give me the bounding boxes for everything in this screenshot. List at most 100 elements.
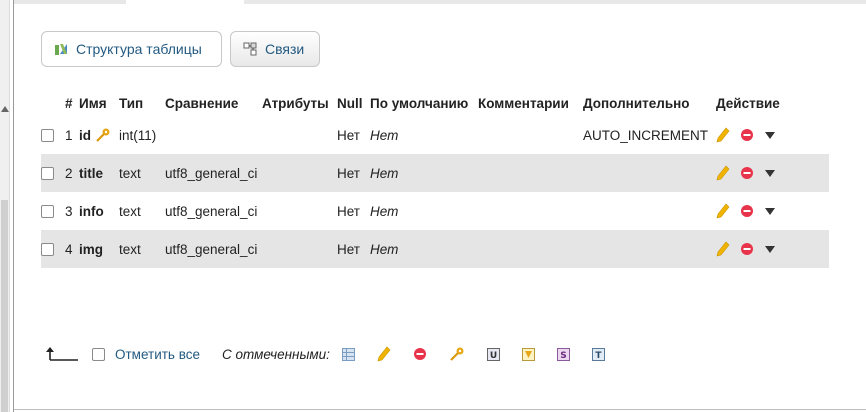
- header-extra[interactable]: Дополнительно: [583, 90, 716, 116]
- header-default[interactable]: По умолчанию: [370, 90, 478, 116]
- header-attributes[interactable]: Атрибуты: [262, 90, 337, 116]
- header-null[interactable]: Null: [337, 90, 370, 116]
- table-row: 1 id int(11) Нет Нет AUTO_INCREMENT: [41, 116, 829, 154]
- edit-pencil-icon: [377, 346, 391, 362]
- row-checkbox[interactable]: [41, 205, 54, 219]
- svg-text:U: U: [490, 351, 497, 361]
- header-number[interactable]: #: [65, 90, 79, 116]
- drop-icon[interactable]: [740, 204, 754, 218]
- table-row: 4 img text utf8_general_ci Нет Нет: [41, 230, 829, 268]
- row-checkbox-cell: [41, 230, 65, 268]
- edit-pencil-icon[interactable]: [716, 165, 730, 181]
- spatial-icon: S: [556, 347, 570, 361]
- table-row: 2 title text utf8_general_ci Нет Нет: [41, 154, 829, 192]
- drop-icon[interactable]: [740, 128, 754, 142]
- bulk-primary[interactable]: [449, 347, 465, 361]
- more-dropdown-icon[interactable]: [764, 206, 776, 216]
- edit-pencil-icon[interactable]: [716, 203, 730, 219]
- more-dropdown-icon[interactable]: [764, 168, 776, 178]
- edit-pencil-icon[interactable]: [716, 127, 730, 143]
- header-type[interactable]: Тип: [119, 90, 165, 116]
- row-actions: [716, 230, 829, 268]
- bulk-spatial[interactable]: S: [556, 347, 570, 361]
- bulk-unique[interactable]: U: [486, 347, 500, 361]
- column-comments: [478, 154, 583, 192]
- svg-text:T: T: [595, 351, 602, 361]
- more-dropdown-icon[interactable]: [764, 130, 776, 140]
- column-default: Нет: [370, 192, 478, 230]
- column-attributes: [262, 230, 337, 268]
- column-type: text: [119, 192, 165, 230]
- bulk-index[interactable]: [521, 347, 535, 361]
- bulk-edit[interactable]: [377, 346, 391, 362]
- with-selected-label: С отмеченными:: [222, 346, 330, 362]
- relations-icon: [243, 42, 257, 56]
- tab-table-structure[interactable]: Структура таблицы: [41, 31, 222, 67]
- row-number: 3: [65, 192, 79, 230]
- tab-label: Структура таблицы: [76, 41, 202, 57]
- scrollbar-thumb[interactable]: [1, 200, 8, 412]
- column-collation: utf8_general_ci: [165, 192, 262, 230]
- column-extra: AUTO_INCREMENT: [583, 116, 716, 154]
- header-name[interactable]: Имя: [79, 90, 119, 116]
- column-name-cell: id: [79, 116, 119, 154]
- top-tab-strip: [14, 0, 866, 4]
- header-comments[interactable]: Комментарии: [478, 90, 583, 116]
- drop-icon[interactable]: [740, 242, 754, 256]
- column-name[interactable]: id: [79, 128, 91, 143]
- bulk-drop[interactable]: [413, 347, 427, 361]
- arrow-up-left-icon: [46, 347, 78, 361]
- row-checkbox[interactable]: [41, 129, 54, 143]
- table-header-row: # Имя Тип Сравнение Атрибуты Null По умо…: [41, 90, 829, 116]
- column-name[interactable]: img: [79, 230, 119, 268]
- scroll-up-arrow-icon[interactable]: [1, 106, 9, 112]
- row-checkbox-cell: [41, 154, 65, 192]
- column-type: text: [119, 154, 165, 192]
- column-name[interactable]: info: [79, 192, 119, 230]
- row-number: 2: [65, 154, 79, 192]
- column-type: int(11): [119, 116, 165, 154]
- table-structure-icon: [55, 44, 67, 55]
- column-default: Нет: [370, 230, 478, 268]
- column-default: Нет: [370, 154, 478, 192]
- row-checkbox[interactable]: [41, 167, 54, 181]
- column-null: Нет: [337, 230, 370, 268]
- column-null: Нет: [337, 116, 370, 154]
- row-actions: [716, 116, 829, 154]
- left-scrollbar[interactable]: [0, 0, 10, 412]
- primary-key-icon: [450, 347, 464, 361]
- bulk-fulltext[interactable]: T: [591, 347, 605, 361]
- bulk-browse[interactable]: [341, 347, 355, 361]
- bottom-divider: [14, 409, 866, 410]
- row-number: 1: [65, 116, 79, 154]
- column-comments: [478, 192, 583, 230]
- check-all-link[interactable]: Отметить все: [115, 347, 200, 362]
- header-collation[interactable]: Сравнение: [165, 90, 262, 116]
- tab-relations[interactable]: Связи: [230, 31, 320, 67]
- row-actions: [716, 154, 829, 192]
- header-action: Действие: [716, 95, 780, 111]
- fulltext-icon: T: [591, 347, 605, 361]
- column-attributes: [262, 116, 337, 154]
- row-number: 4: [65, 230, 79, 268]
- more-dropdown-icon[interactable]: [764, 244, 776, 254]
- edit-pencil-icon[interactable]: [716, 241, 730, 257]
- svg-text:S: S: [560, 351, 566, 361]
- drop-icon[interactable]: [740, 166, 754, 180]
- check-all-checkbox[interactable]: [92, 347, 105, 361]
- row-checkbox-cell: [41, 192, 65, 230]
- column-name[interactable]: title: [79, 154, 119, 192]
- row-checkbox[interactable]: [41, 243, 54, 257]
- row-checkbox-cell: [41, 116, 65, 154]
- drop-icon: [413, 348, 426, 360]
- column-attributes: [262, 154, 337, 192]
- column-attributes: [262, 192, 337, 230]
- row-actions: [716, 192, 829, 230]
- column-comments: [478, 230, 583, 268]
- column-null: Нет: [337, 192, 370, 230]
- column-extra: [583, 154, 716, 192]
- panel-border: [13, 0, 14, 412]
- column-collation: [165, 116, 262, 154]
- column-collation: utf8_general_ci: [165, 230, 262, 268]
- column-type: text: [119, 230, 165, 268]
